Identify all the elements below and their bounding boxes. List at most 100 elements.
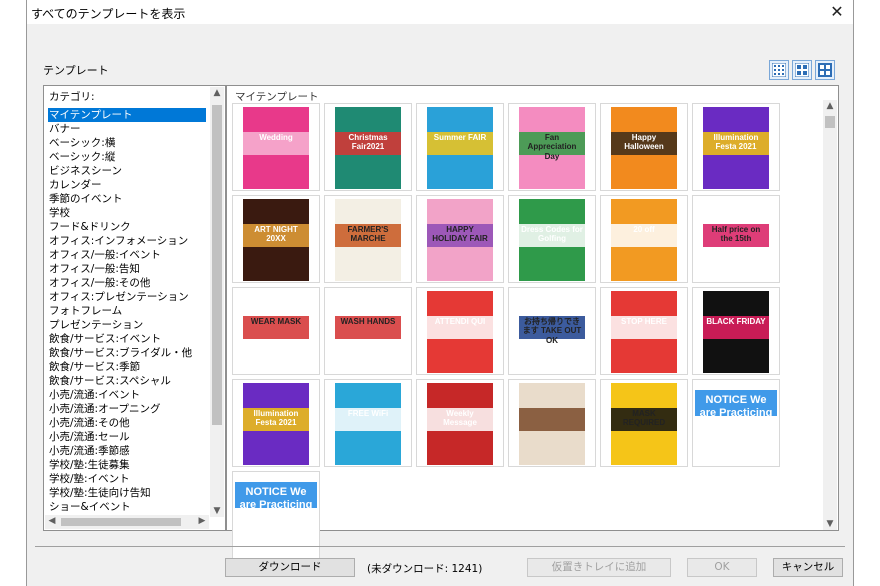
- category-item[interactable]: 飲食/サービス:イベント: [49, 332, 161, 346]
- category-item[interactable]: ショー&イベント: [49, 500, 131, 514]
- grid-scrollbar[interactable]: ▲ ▼: [823, 100, 837, 530]
- template-preview: Fan Appreciation Day: [519, 107, 585, 189]
- template-preview: HAPPY HOLIDAY FAIR: [427, 199, 493, 281]
- view-large-icons-button[interactable]: [815, 60, 835, 80]
- category-item[interactable]: 小売/流通:イベント: [49, 388, 140, 402]
- category-item[interactable]: ビジネスシーン: [49, 164, 122, 178]
- template-thumbnail-stop-here[interactable]: STOP HERE: [600, 287, 688, 375]
- category-item[interactable]: フード&ドリンク: [49, 220, 131, 234]
- hscroll-thumb[interactable]: [61, 518, 181, 526]
- category-item[interactable]: 飲食/サービス:ブライダル・他: [49, 346, 192, 360]
- category-item[interactable]: バナー: [49, 122, 81, 136]
- category-item[interactable]: フォトフレーム: [49, 304, 122, 318]
- template-thumbnail-attendi-qui[interactable]: ATTENDI QUI: [416, 287, 504, 375]
- scroll-thumb[interactable]: [212, 105, 222, 425]
- ok-button[interactable]: OK: [687, 558, 757, 577]
- window-title: すべてのテンプレートを表示: [31, 7, 186, 21]
- template-thumbnail-dress-codes-golfing[interactable]: Dress Codes for Golfing: [508, 195, 596, 283]
- preview-text: Wedding: [259, 133, 293, 143]
- scroll-right-arrow-icon[interactable]: ▶: [195, 516, 209, 526]
- template-thumbnail-half-price-15th[interactable]: Half price on the 15th: [692, 195, 780, 283]
- template-thumbnail-restaurant-menu[interactable]: [508, 379, 596, 467]
- category-item[interactable]: オフィス/一般:イベント: [49, 248, 161, 262]
- template-thumbnail-illumination-festa-2[interactable]: Illumination Festa 2021: [232, 379, 320, 467]
- category-hscrollbar[interactable]: ◀ ▶: [45, 515, 209, 529]
- template-thumbnail-take-out-ok[interactable]: お持ち帰りできます TAKE OUT OK: [508, 287, 596, 375]
- scroll-down-arrow-icon[interactable]: ▼: [210, 506, 224, 516]
- view-medium-icons-button[interactable]: [792, 60, 812, 80]
- scroll-left-arrow-icon[interactable]: ◀: [45, 516, 59, 526]
- grid-scroll-thumb[interactable]: [825, 116, 835, 128]
- preview-text: Dress Codes for Golfing: [521, 225, 583, 244]
- category-item[interactable]: 季節のイベント: [49, 192, 123, 206]
- template-thumbnail-illumination-festa[interactable]: Illumination Festa 2021: [692, 103, 780, 191]
- category-item[interactable]: 飲食/サービス:季節: [49, 360, 140, 374]
- category-item[interactable]: 小売/流通:オープニング: [49, 402, 160, 416]
- download-button[interactable]: ダウンロード: [225, 558, 355, 577]
- view-small-icons-button[interactable]: [769, 60, 789, 80]
- category-item[interactable]: プレゼンテーション: [49, 318, 143, 332]
- cancel-button[interactable]: キャンセル: [773, 558, 843, 577]
- category-item[interactable]: 学校/塾:生徒募集: [49, 458, 130, 472]
- grid-small-icon: [772, 63, 786, 77]
- template-thumbnail-art-night[interactable]: ART NIGHT 20XX: [232, 195, 320, 283]
- template-preview: WEAR MASK: [243, 291, 309, 373]
- preview-text: Fan Appreciation Day: [527, 133, 577, 161]
- preview-text: NOTICE We are Practicing Social Distanci…: [699, 394, 773, 444]
- template-thumbnail-notice-social-distancing[interactable]: NOTICE We are Practicing Social Distanci…: [692, 379, 780, 467]
- preview-text: STOP HERE: [621, 317, 667, 327]
- template-preview: Happy Halloween: [611, 107, 677, 189]
- template-preview: お持ち帰りできます TAKE OUT OK: [519, 291, 585, 373]
- template-thumbnail-free-wifi[interactable]: FREE WiFi: [324, 379, 412, 467]
- template-thumbnail-mask-required[interactable]: MASK REQUIRED: [600, 379, 688, 467]
- category-item[interactable]: 小売/流通:セール: [49, 430, 130, 444]
- preview-text: Illumination Festa 2021: [713, 133, 759, 152]
- scroll-up-arrow-icon[interactable]: ▲: [823, 101, 837, 111]
- template-thumbnail-sale-20-off[interactable]: 20 off: [600, 195, 688, 283]
- category-item[interactable]: 学校/塾:イベント: [49, 472, 130, 486]
- category-item[interactable]: オフィス/一般:告知: [49, 262, 140, 276]
- template-thumbnail-wear-mask[interactable]: WEAR MASK: [232, 287, 320, 375]
- template-thumbnail-holiday-fair[interactable]: HAPPY HOLIDAY FAIR: [416, 195, 504, 283]
- template-thumbnail-wedding-flyer[interactable]: Wedding: [232, 103, 320, 191]
- template-thumbnail-christmas-fair[interactable]: Christmas Fair2021: [324, 103, 412, 191]
- template-thumbnail-wash-hands[interactable]: WASH HANDS: [324, 287, 412, 375]
- category-header: カテゴリ:: [49, 91, 95, 103]
- preview-text: 20 off: [633, 225, 655, 235]
- preview-text: FARMER'S MARCHE: [347, 225, 389, 244]
- template-thumbnail-weekly-message[interactable]: Weekly Message: [416, 379, 504, 467]
- template-thumbnail-happy-halloween[interactable]: Happy Halloween: [600, 103, 688, 191]
- category-item[interactable]: 小売/流通:季節感: [49, 444, 130, 458]
- preview-text: Weekly Message: [443, 409, 477, 428]
- category-item[interactable]: カレンダー: [49, 178, 102, 192]
- template-preview: Wedding: [243, 107, 309, 189]
- grid-large-icon: [818, 63, 832, 77]
- category-item[interactable]: 飲食/サービス:スペシャル: [49, 374, 171, 388]
- preview-text: Summer FAIR: [433, 133, 487, 143]
- template-thumbnail-black-friday[interactable]: BLACK FRIDAY: [692, 287, 780, 375]
- category-item[interactable]: 小売/流通:その他: [49, 416, 130, 430]
- category-item[interactable]: オフィス:インフォメーション: [49, 234, 188, 248]
- category-item[interactable]: 学校/塾:生徒向け告知: [49, 486, 151, 500]
- template-preview: STOP HERE: [611, 291, 677, 373]
- grid-title: マイテンプレート: [235, 91, 319, 103]
- scroll-down-arrow-icon[interactable]: ▼: [823, 519, 837, 529]
- category-item[interactable]: 学校: [49, 206, 70, 220]
- category-item[interactable]: ベーシック:横: [49, 136, 115, 150]
- category-item[interactable]: ベーシック:縦: [49, 150, 115, 164]
- template-thumbnail-fan-appreciation-day[interactable]: Fan Appreciation Day: [508, 103, 596, 191]
- template-thumbnail-summer-fair[interactable]: Summer FAIR: [416, 103, 504, 191]
- category-item[interactable]: マイテンプレート: [48, 108, 206, 122]
- download-status: (未ダウンロード: 1241): [367, 563, 483, 575]
- template-preview: FARMER'S MARCHE: [335, 199, 401, 281]
- template-thumbnail-farmers-marche[interactable]: FARMER'S MARCHE: [324, 195, 412, 283]
- add-to-tray-button[interactable]: 仮置きトレイに追加: [527, 558, 671, 577]
- category-item[interactable]: オフィス/一般:その他: [49, 276, 150, 290]
- scroll-up-arrow-icon[interactable]: ▲: [210, 88, 224, 98]
- template-preview: WASH HANDS: [335, 291, 401, 373]
- category-list[interactable]: カテゴリ: マイテンプレート バナー ベーシック:横 ベーシック:縦 ビジネスシーン カレ…: [43, 85, 226, 531]
- category-item[interactable]: オフィス:プレゼンテーション: [49, 290, 189, 304]
- template-preview: NOTICE We are Practicing Social Distanci…: [695, 390, 777, 456]
- category-scrollbar[interactable]: ▲ ▼: [210, 87, 224, 517]
- close-icon[interactable]: ✕: [825, 2, 849, 22]
